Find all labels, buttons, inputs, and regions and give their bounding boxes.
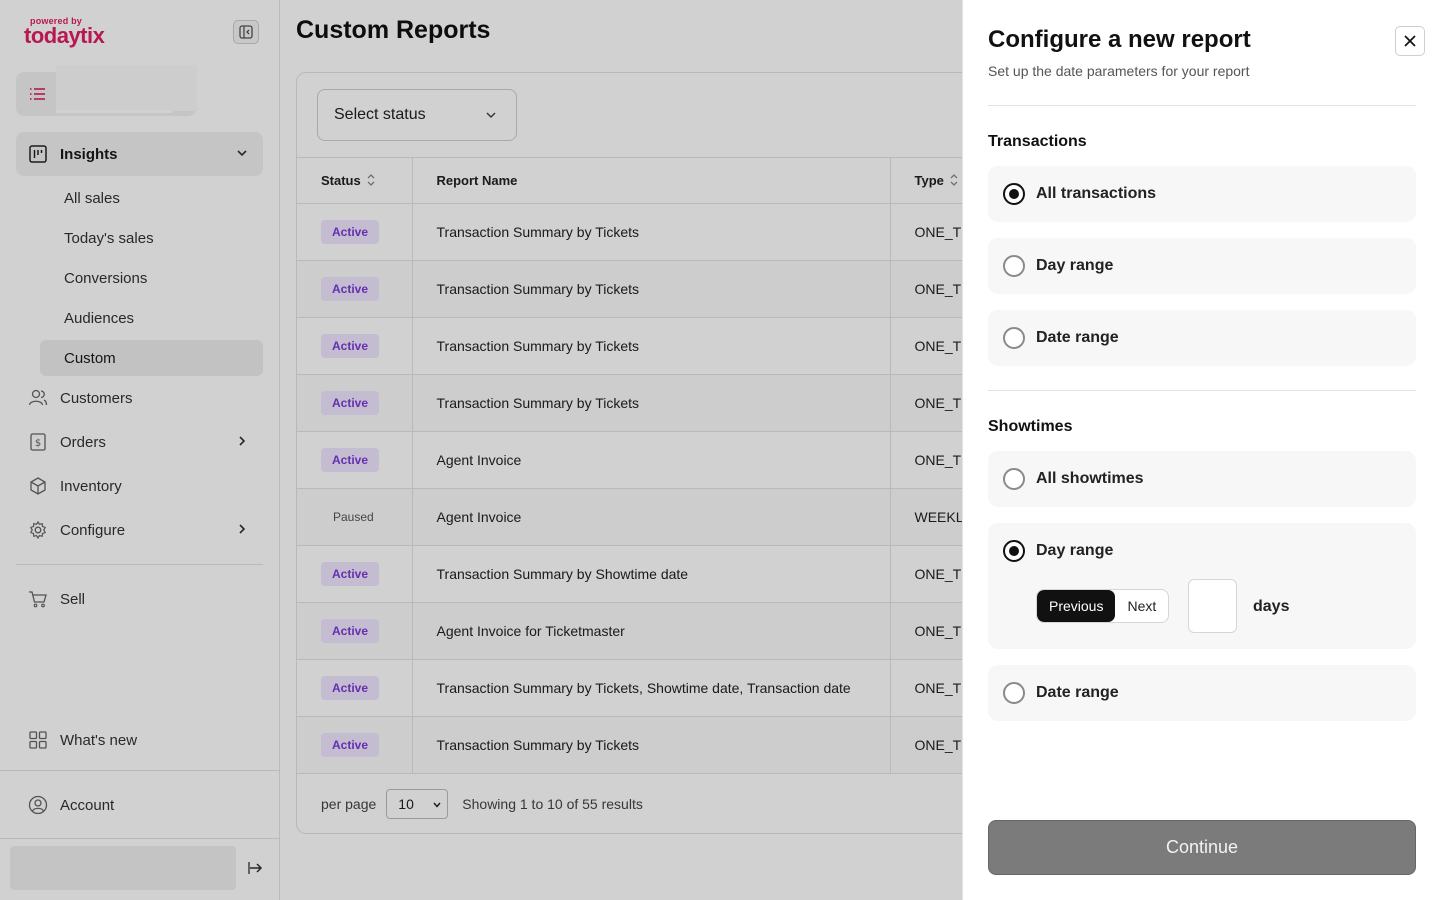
radio-button[interactable] (1003, 327, 1025, 349)
option-label: Date range (1036, 329, 1119, 346)
radio-button[interactable] (1003, 255, 1025, 277)
showtimes-option-date-range[interactable]: Date range (988, 665, 1416, 721)
previous-next-toggle: Previous Next (1036, 589, 1170, 623)
radio-button[interactable] (1003, 468, 1025, 490)
previous-button[interactable]: Previous (1037, 590, 1116, 622)
transactions-option-day-range[interactable]: Day range (988, 238, 1416, 294)
option-label: Date range (1036, 684, 1119, 701)
drawer-divider (988, 390, 1416, 391)
showtimes-section-title: Showtimes (988, 418, 1073, 435)
showtimes-option-day-range[interactable]: Day range Previous Next days (988, 523, 1416, 649)
days-label: days (1253, 598, 1290, 615)
option-label: Day range (1036, 257, 1114, 274)
radio-button-selected[interactable] (1003, 183, 1025, 205)
drawer-divider (988, 105, 1416, 106)
days-input[interactable] (1188, 579, 1237, 633)
transactions-option-date-range[interactable]: Date range (988, 310, 1416, 366)
option-label: Day range (1036, 542, 1114, 559)
close-icon (1404, 35, 1416, 47)
drawer-title: Configure a new report (988, 26, 1251, 53)
configure-report-drawer: Configure a new report Set up the date p… (962, 0, 1440, 900)
drawer-subtitle: Set up the date parameters for your repo… (988, 63, 1250, 79)
option-label: All transactions (1036, 185, 1157, 202)
continue-button[interactable]: Continue (988, 820, 1416, 875)
close-button[interactable] (1395, 26, 1425, 56)
showtimes-option-all[interactable]: All showtimes (988, 451, 1416, 507)
radio-button[interactable] (1003, 682, 1025, 704)
transactions-option-all[interactable]: All transactions (988, 166, 1416, 222)
next-button[interactable]: Next (1115, 590, 1168, 622)
modal-backdrop[interactable] (0, 0, 962, 900)
radio-button-selected[interactable] (1003, 540, 1025, 562)
transactions-section-title: Transactions (988, 133, 1087, 150)
option-label: All showtimes (1036, 470, 1144, 487)
